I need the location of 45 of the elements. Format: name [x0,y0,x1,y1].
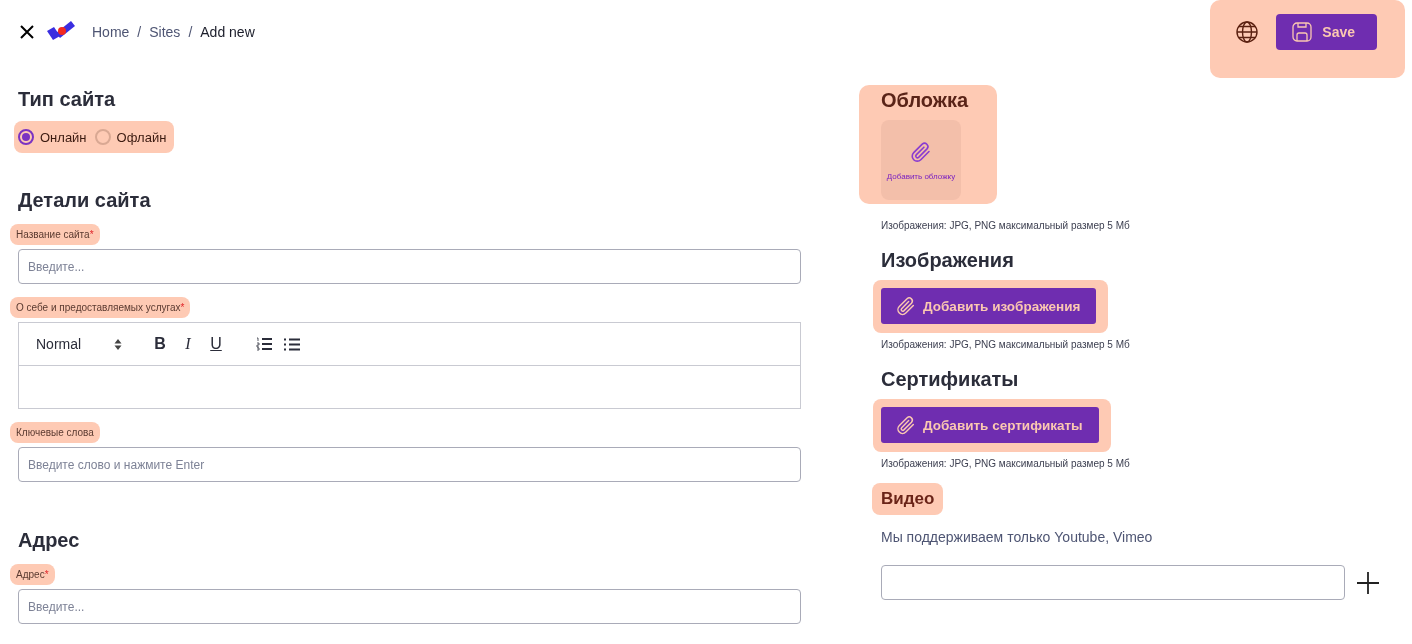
section-heading: Сертификаты [881,368,1020,391]
field-label: Название сайта* [10,224,100,245]
text-field[interactable]: Введите... [18,589,801,624]
numbered-list-button[interactable] [254,334,274,354]
section-heading: Изображения [881,249,1015,272]
add-button[interactable] [1355,569,1381,596]
section-heading: Обложка [881,89,969,112]
close-icon[interactable] [20,25,34,39]
bold-button[interactable]: B [150,334,170,354]
paperclip-icon [895,414,917,436]
video-url-field[interactable] [881,565,1345,600]
radio-option[interactable]: Офлайн [94,129,167,145]
file-format-note: Изображения: JPG, PNG максимальный размер 5 Мб [881,220,1131,231]
text-field[interactable]: Введите слово и нажмите Enter [18,447,801,482]
breadcrumb-link[interactable]: Home [92,24,130,40]
field-label: О себе и предоставляемых услугах* [10,297,191,318]
file-format-note: Изображения: JPG, PNG максимальный размер 5 Мб [881,339,1131,350]
section-heading: Видео [872,483,944,515]
save-button[interactable]: Save [1276,14,1377,50]
numbered-list-icon [256,337,272,351]
section-heading: Детали сайта [18,189,152,212]
breadcrumb-separator: / [188,24,193,40]
underline-button[interactable]: U [206,334,226,354]
section-heading: Адрес [18,529,81,552]
file-format-note: Изображения: JPG, PNG максимальный размер 5 Мб [881,458,1131,469]
bullet-list-icon [284,337,300,351]
italic-button[interactable]: I [178,334,198,354]
cover-upload-tile[interactable]: Добавить обложку [881,120,961,200]
plus-icon [1355,569,1381,596]
section-heading: Тип сайта [18,88,117,111]
field-label: Адрес* [10,564,55,585]
up-down-arrows-icon [114,338,122,350]
paperclip-icon [895,295,917,317]
upload-button[interactable]: Добавить сертификаты [881,407,1099,443]
breadcrumb-link[interactable]: Add new [200,24,255,40]
field-label: Ключевые слова [10,422,100,443]
upload-button[interactable]: Добавить изображения [881,288,1097,324]
text-field[interactable]: Введите... [18,249,801,284]
globe-icon[interactable] [1236,21,1259,43]
breadcrumb-link[interactable]: Sites [149,24,181,40]
format-select[interactable]: Normal [36,336,122,352]
breadcrumb-separator: / [137,24,142,40]
radio-option[interactable]: Онлайн [18,129,87,145]
video-hint: Мы поддерживаем только Youtube, Vimeo [881,529,1154,545]
paperclip-icon [909,139,933,164]
